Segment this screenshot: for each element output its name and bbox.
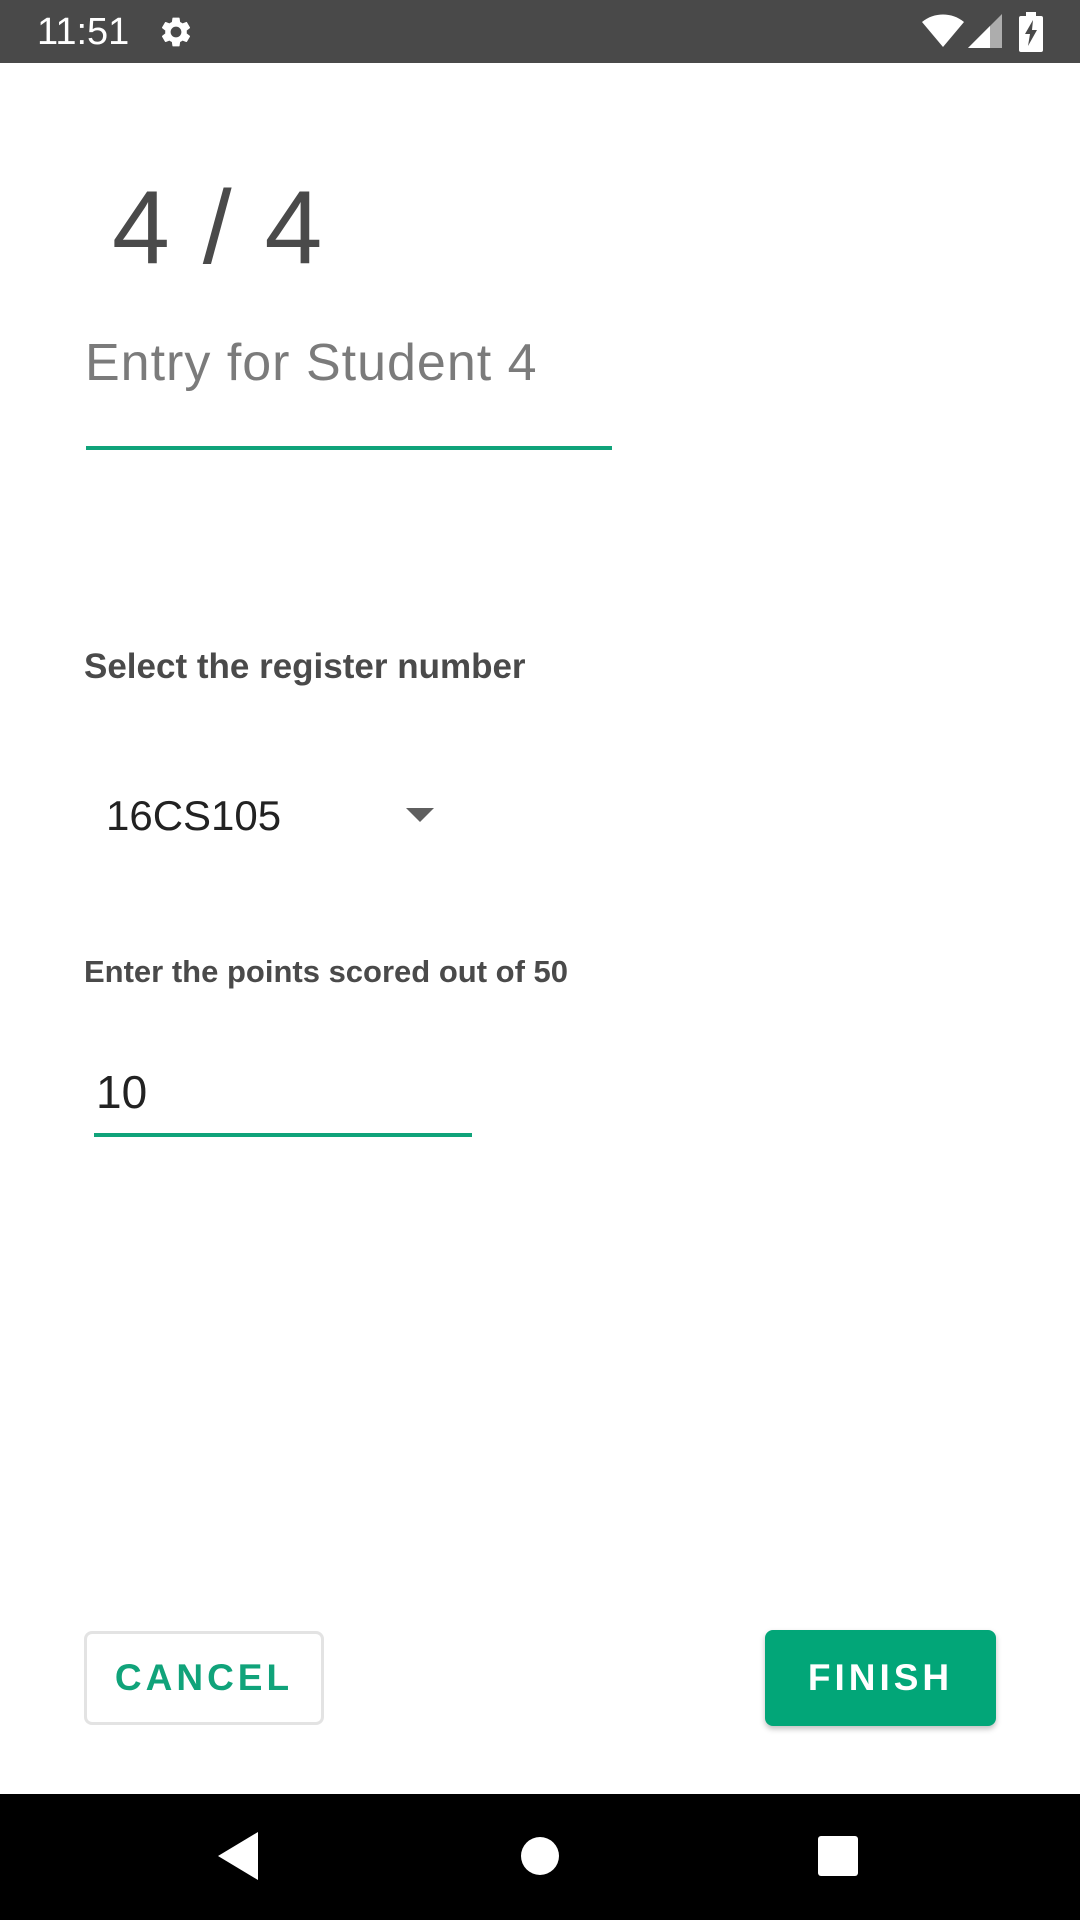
entry-title: Entry for Student 4 xyxy=(85,334,538,392)
battery-charging-icon xyxy=(1019,12,1043,52)
back-icon[interactable] xyxy=(218,1832,258,1880)
title-underline xyxy=(86,446,612,450)
points-underline xyxy=(94,1133,472,1137)
points-input[interactable] xyxy=(94,1062,474,1122)
finish-button[interactable]: FINISH xyxy=(765,1630,996,1726)
register-number-value: 16CS105 xyxy=(106,792,282,839)
dropdown-arrow-icon xyxy=(406,808,434,822)
progress-counter: 4 / 4 xyxy=(112,170,325,286)
wifi-icon xyxy=(922,14,964,47)
recents-icon[interactable] xyxy=(818,1836,858,1876)
status-bar: 11:51 xyxy=(0,0,1080,63)
register-number-dropdown[interactable]: 16CS105 xyxy=(86,780,446,852)
signal-icon xyxy=(968,14,1002,48)
screen: 11:51 4 / 4 Entry for Student 4 Select t… xyxy=(0,0,1080,1920)
navigation-bar xyxy=(0,1794,1080,1920)
cancel-button[interactable]: CANCEL xyxy=(84,1631,324,1725)
register-number-label: Select the register number xyxy=(84,647,526,686)
status-time: 11:51 xyxy=(37,11,130,53)
gear-icon xyxy=(161,17,191,47)
home-icon[interactable] xyxy=(520,1836,560,1876)
points-label: Enter the points scored out of 50 xyxy=(84,954,568,989)
